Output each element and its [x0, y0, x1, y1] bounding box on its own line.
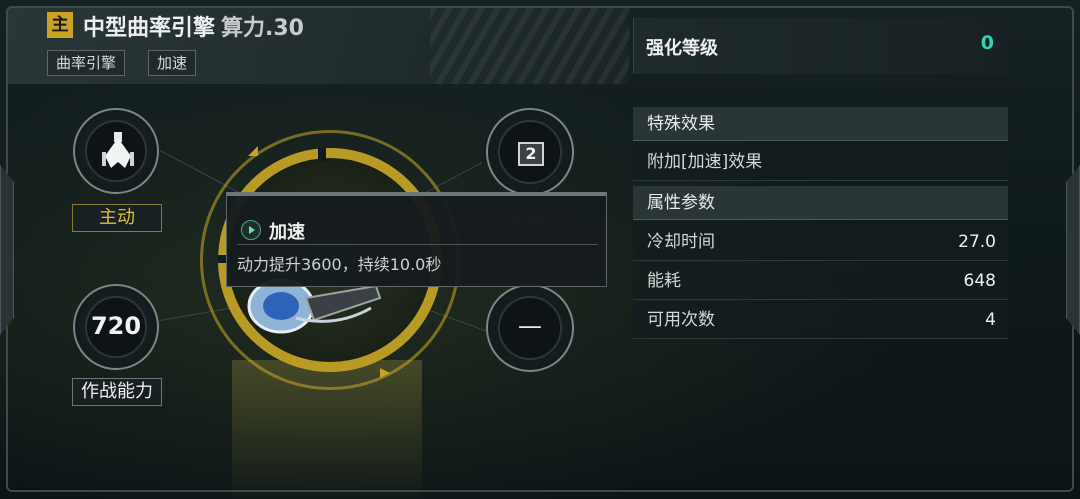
special-effect-row: 附加[加速]效果 [633, 143, 1008, 181]
tooltip-divider [237, 244, 598, 245]
active-skill-label: 主动 [72, 204, 162, 232]
gauge-marker-icon [380, 368, 390, 378]
effect-tag: 加速 [148, 50, 197, 76]
attribute-row: 冷却时间 27.0 [633, 223, 1008, 261]
right-side-tab [1066, 165, 1080, 335]
attribute-key: 可用次数 [647, 310, 715, 330]
tooltip-title: 加速 [269, 222, 305, 243]
item-name: 中型曲率引擎 [83, 16, 216, 41]
attribute-row: 能耗 648 [633, 262, 1008, 300]
combat-power-value: 720 [90, 312, 142, 340]
play-arrow-icon [249, 226, 255, 234]
slot-number-badge: 2 [518, 142, 544, 166]
ship-icon [102, 132, 134, 168]
attribute-row: 可用次数 4 [633, 301, 1008, 339]
item-title: 中型曲率引擎 算力.30 [83, 10, 304, 42]
power-label: 算力.30 [221, 16, 304, 41]
empty-slot-ring[interactable]: — [486, 284, 574, 372]
enhance-level-box[interactable]: 强化等级 0 [633, 18, 1008, 74]
gauge-notch [318, 148, 326, 162]
skill-tooltip: 加速 动力提升3600，持续10.0秒 [226, 192, 607, 287]
empty-slot-value: — [518, 312, 542, 340]
attribute-key: 冷却时间 [647, 232, 715, 252]
category-tag: 曲率引擎 [47, 50, 126, 76]
special-effects-header: 特殊效果 [633, 107, 1008, 141]
left-side-tab [0, 165, 14, 335]
attribute-key: 能耗 [647, 271, 681, 291]
slot-ring[interactable]: 2 [486, 108, 574, 196]
combat-power-label: 作战能力 [72, 378, 162, 406]
enhance-level-label: 强化等级 [646, 38, 718, 59]
main-slot-tag: 主 [47, 12, 73, 38]
enhance-level-value: 0 [980, 32, 994, 54]
special-effect-text: 附加[加速]效果 [647, 152, 763, 172]
active-skill-ring[interactable] [73, 108, 159, 194]
attributes-header: 属性参数 [633, 186, 1008, 220]
attribute-value: 4 [985, 310, 996, 330]
attribute-value: 27.0 [958, 232, 996, 252]
attribute-value: 648 [963, 271, 996, 291]
play-icon [241, 220, 261, 240]
gauge-marker-icon [248, 146, 258, 156]
tooltip-description: 动力提升3600，持续10.0秒 [237, 255, 442, 274]
